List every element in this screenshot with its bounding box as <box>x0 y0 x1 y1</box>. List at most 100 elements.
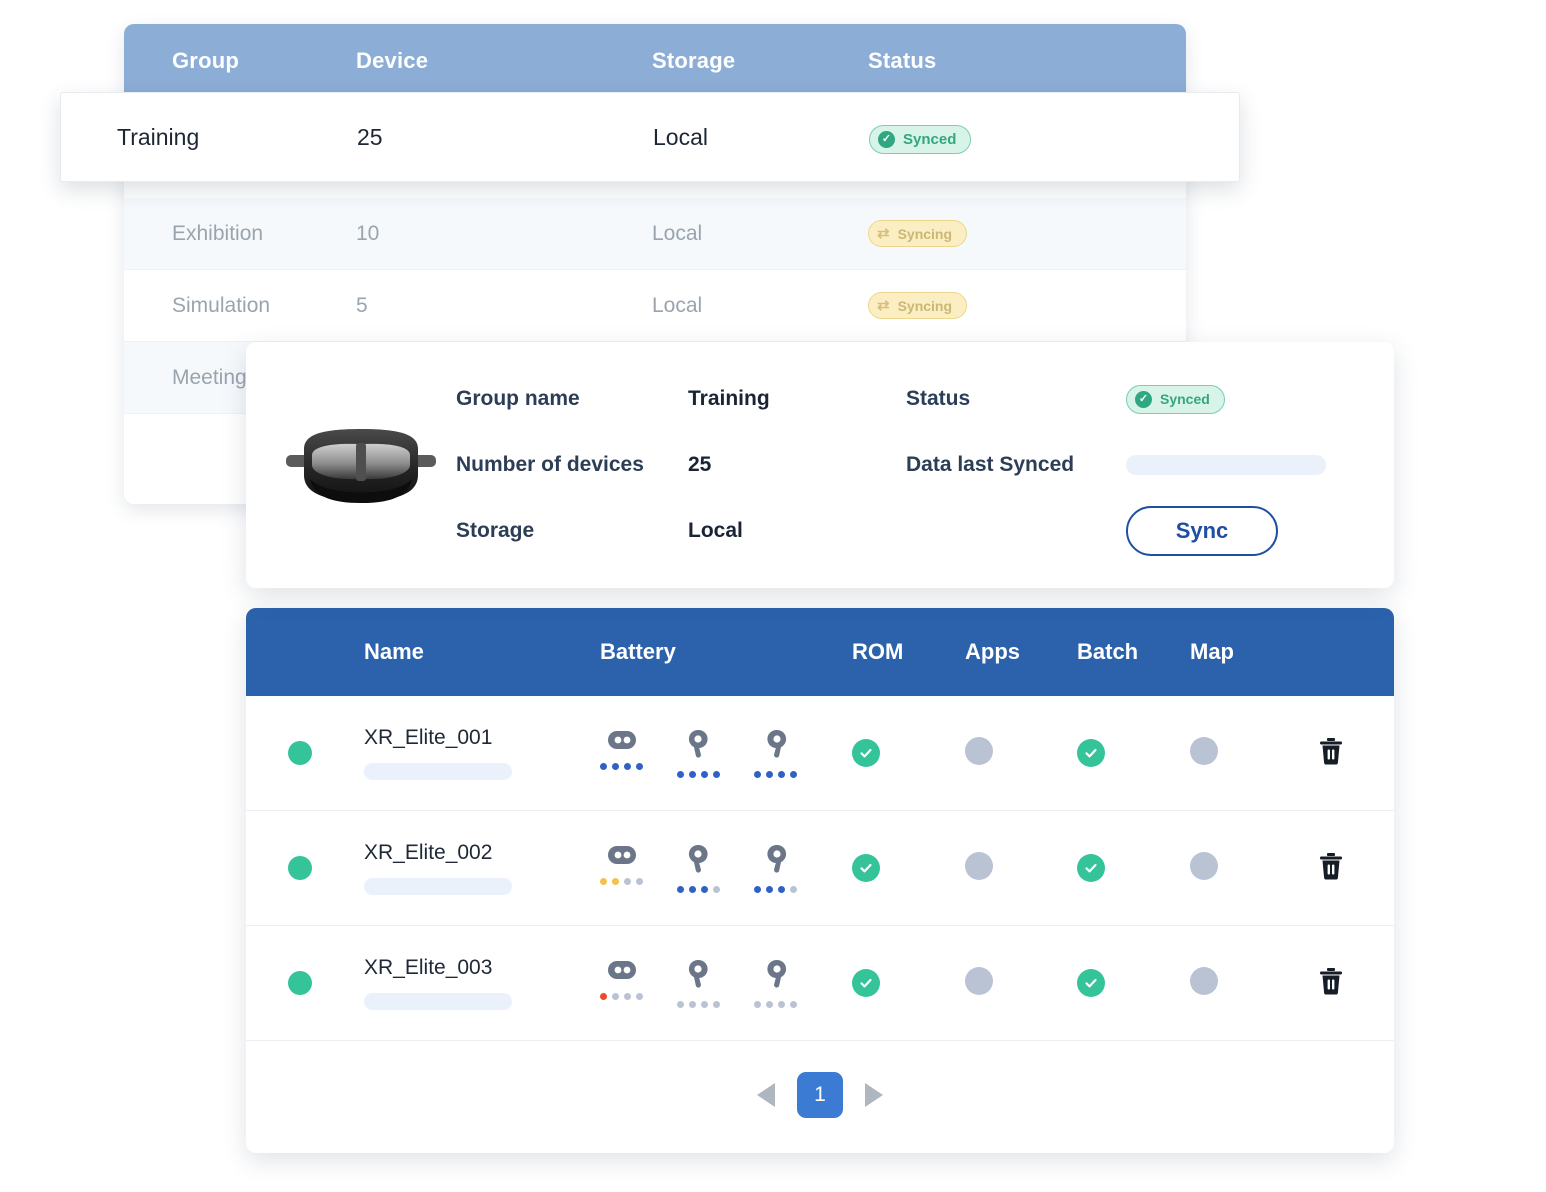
battery-level-dot <box>624 992 631 1000</box>
controller-right-icon <box>764 729 788 764</box>
detail-value-status: ✓ Synced <box>1126 384 1358 414</box>
status-badge: ⇄ Syncing <box>868 220 968 247</box>
battery-level-dots <box>677 1000 720 1008</box>
battery-level-dot <box>600 992 607 1000</box>
device-battery-cell <box>600 729 852 778</box>
headset-icon <box>607 959 637 986</box>
status-badge-label: Synced <box>1160 391 1210 407</box>
batch-status-icon <box>1077 739 1105 767</box>
device-subtitle-placeholder <box>364 993 512 1010</box>
selected-group-row-overlay[interactable]: Training 25 Local ✓ Synced <box>60 92 1240 182</box>
rom-status-icon <box>852 854 880 882</box>
battery-indicator <box>600 959 643 1000</box>
online-dot-icon <box>288 856 312 880</box>
device-map-cell <box>1190 966 1318 1000</box>
device-name-cell: XR_Elite_002 <box>364 841 600 895</box>
status-badge: ⇄ Syncing <box>868 292 968 319</box>
group-column-header-storage: Storage <box>652 48 736 73</box>
trash-icon[interactable] <box>1318 737 1394 770</box>
detail-label-status: Status <box>906 387 971 410</box>
battery-level-dot <box>689 770 696 778</box>
device-apps-cell <box>965 736 1077 770</box>
battery-indicator <box>600 729 643 770</box>
device-online-status <box>246 971 364 995</box>
group-cell-storage: Local <box>652 221 703 245</box>
vr-headset-icon <box>246 423 456 507</box>
check-circle-icon: ✓ <box>1135 390 1152 408</box>
selected-group-device: 25 <box>357 123 383 150</box>
status-badge-label: Syncing <box>897 297 953 314</box>
triangle-left-icon[interactable] <box>757 1083 775 1107</box>
table-row[interactable]: XR_Elite_002 <box>246 811 1394 926</box>
battery-level-dots <box>600 992 643 1000</box>
check-circle-icon: ✓ <box>878 130 895 148</box>
rom-status-icon <box>852 739 880 767</box>
table-row[interactable]: XR_Elite_001 <box>246 696 1394 811</box>
device-batch-cell <box>1077 854 1190 882</box>
battery-level-dot <box>612 877 619 885</box>
device-battery-cell <box>600 959 852 1008</box>
battery-indicator <box>754 729 797 778</box>
trash-icon[interactable] <box>1318 967 1394 1000</box>
battery-level-dot <box>677 885 684 893</box>
group-cell-storage: Local <box>652 293 703 317</box>
device-subtitle-placeholder <box>364 878 512 895</box>
sync-button[interactable]: Sync <box>1126 506 1278 556</box>
battery-level-dots <box>600 877 643 885</box>
table-row[interactable]: XR_Elite_003 <box>246 926 1394 1041</box>
detail-label-data-last-synced: Data last Synced <box>906 453 1075 476</box>
map-status-icon <box>1190 851 1218 880</box>
map-status-icon <box>1190 966 1218 995</box>
battery-level-dot <box>778 1000 785 1008</box>
group-cell-status: ⇄ Syncing <box>868 220 1128 247</box>
device-map-cell <box>1190 736 1318 770</box>
device-online-status <box>246 856 364 880</box>
device-table-body: XR_Elite_001 XR_Elite_002 XR_Elite_003 <box>246 696 1394 1041</box>
battery-indicator <box>754 844 797 893</box>
table-row[interactable]: Simulation 5 Local ⇄ Syncing <box>124 270 1186 342</box>
sync-button-wrap: Sync <box>1126 506 1358 556</box>
controller-right-icon <box>764 959 788 994</box>
battery-indicator <box>677 844 720 893</box>
trash-icon[interactable] <box>1318 852 1394 885</box>
battery-level-dot <box>677 1000 684 1008</box>
online-dot-icon <box>288 741 312 765</box>
detail-value-data-last-synced <box>1126 455 1358 475</box>
triangle-right-icon[interactable] <box>865 1083 883 1107</box>
battery-indicator <box>677 729 720 778</box>
sync-arrows-icon: ⇄ <box>877 225 890 242</box>
sync-arrows-icon: ⇄ <box>877 297 890 314</box>
group-cell-device: 5 <box>356 293 368 317</box>
battery-level-dot <box>754 770 761 778</box>
status-badge: ✓ Synced <box>869 124 972 154</box>
group-detail-card: Group name Training Status ✓ Synced Numb… <box>246 342 1394 588</box>
selected-group-status: ✓ Synced <box>869 121 1129 154</box>
detail-label-number-of-devices: Number of devices <box>456 453 644 476</box>
battery-level-dot <box>790 885 797 893</box>
pagination: 1 <box>246 1041 1394 1149</box>
group-column-header-device: Device <box>356 48 429 73</box>
last-synced-placeholder-bar <box>1126 455 1326 475</box>
battery-level-dot <box>677 770 684 778</box>
battery-level-dot <box>766 885 773 893</box>
device-apps-cell <box>965 851 1077 885</box>
device-name-cell: XR_Elite_003 <box>364 956 600 1010</box>
headset-icon <box>607 729 637 756</box>
status-badge-label: Syncing <box>897 225 953 242</box>
battery-level-dot <box>600 762 607 770</box>
device-column-header-battery: Battery <box>600 639 676 664</box>
battery-level-dots <box>677 770 720 778</box>
pagination-page-1[interactable]: 1 <box>797 1072 843 1118</box>
detail-label-group-name: Group name <box>456 387 580 410</box>
battery-level-dots <box>677 885 720 893</box>
screenshot-root: Group Device Storage Status Exhibition 1… <box>0 0 1546 1192</box>
device-name-label: XR_Elite_003 <box>364 956 493 979</box>
device-column-header-name: Name <box>364 639 424 664</box>
batch-status-icon <box>1077 854 1105 882</box>
device-table-card: Name Battery ROM Apps Batch Map XR_Elite… <box>246 608 1394 1153</box>
apps-status-icon <box>965 966 993 995</box>
battery-level-dot <box>778 770 785 778</box>
device-table-header: Name Battery ROM Apps Batch Map <box>246 608 1394 696</box>
table-row[interactable]: Exhibition 10 Local ⇄ Syncing <box>124 198 1186 270</box>
battery-level-dot <box>766 770 773 778</box>
